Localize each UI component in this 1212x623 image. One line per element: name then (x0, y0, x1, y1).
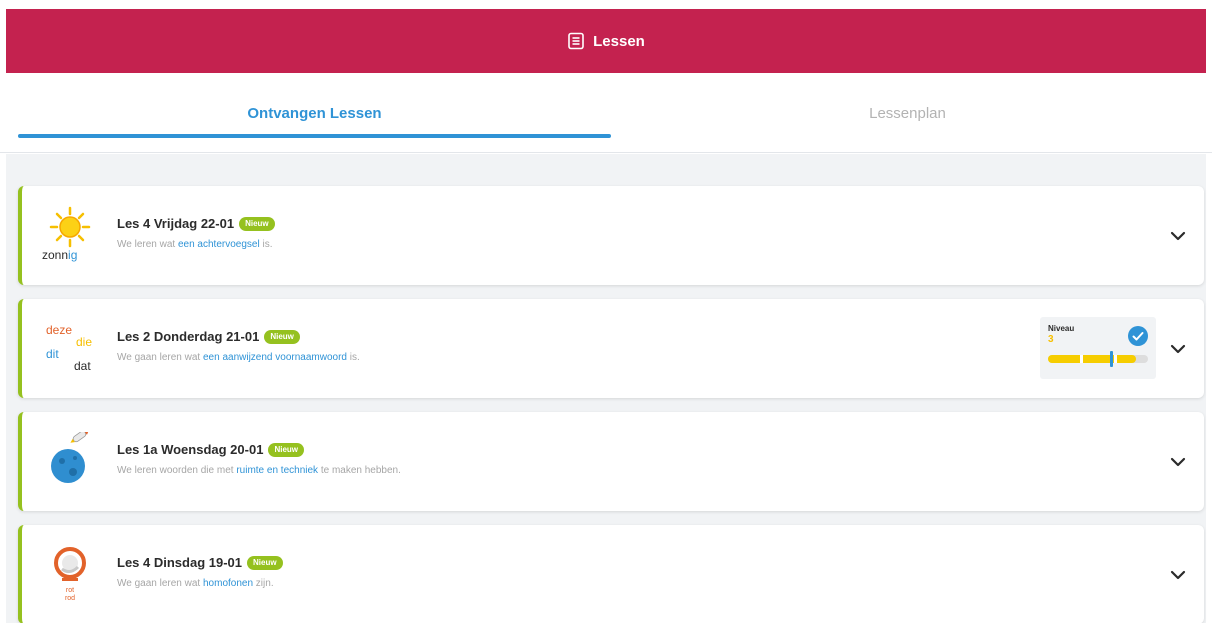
tab-bar: Ontvangen Lessen Lessenplan (0, 73, 1212, 153)
desc-text: We gaan leren wat (117, 352, 203, 363)
progress-divider (1080, 355, 1083, 363)
lesson-title: Les 4 Vrijdag 22-01 (117, 216, 235, 231)
lesson-title: Les 4 Dinsdag 19-01 (117, 555, 242, 570)
niveau-value: 3 (1048, 334, 1054, 345)
thumb-word: dit (46, 347, 59, 361)
list-icon (567, 32, 585, 50)
thumb-word: zonn (42, 248, 69, 262)
desc-highlight: homofonen (202, 578, 254, 589)
lesson-description: We leren woorden die met ruimte en techn… (117, 465, 401, 476)
lesson-list: zonnig Les 4 Vrijdag 22-01 Nieuw We lere… (6, 154, 1206, 623)
lesson-description: We gaan leren wat een aanwijzend voornaa… (117, 352, 360, 363)
thumb-word: dat (74, 359, 91, 373)
niveau-progress-bar (1048, 351, 1148, 367)
desc-highlight: ruimte en techniek (236, 465, 319, 476)
desc-text: We leren woorden die met (117, 465, 237, 476)
desc-text: We gaan leren wat (117, 578, 203, 589)
rot-rod-icon: rot rod (42, 545, 98, 605)
chevron-down-icon[interactable] (1170, 454, 1186, 470)
thumb-word: rod (64, 595, 76, 602)
lesson-card[interactable]: zonnig Les 4 Vrijdag 22-01 Nieuw We lere… (18, 186, 1204, 285)
desc-highlight: een aanwijzend voornaamwoord (202, 352, 347, 363)
desc-highlight: een achtervoegsel (177, 239, 260, 250)
niveau-marker (1110, 351, 1113, 367)
niveau-panel: Niveau 3 (1040, 317, 1156, 379)
lesson-card[interactable]: deze die dit dat Les 2 Donderdag 21-01 N… (18, 299, 1204, 398)
lesson-description: We leren wat een achtervoegsel is. (117, 239, 275, 250)
chevron-down-icon[interactable] (1170, 567, 1186, 583)
desc-text: zijn. (253, 578, 274, 589)
app-header: Lessen (6, 9, 1206, 73)
desc-text: is. (346, 352, 360, 363)
planet-rocket-icon (42, 429, 98, 492)
progress-divider (1114, 355, 1117, 363)
desc-text: te maken hebben. (318, 465, 401, 476)
thumb-word: deze (46, 323, 73, 337)
new-badge: Nieuw (264, 329, 300, 344)
lesson-card[interactable]: rot rod Les 4 Dinsdag 19-01 Nieuw We gaa… (18, 525, 1204, 623)
deze-die-dit-dat-icon: deze die dit dat (42, 321, 98, 381)
thumb-word-suffix: ig (68, 248, 78, 262)
active-tab-indicator (18, 134, 611, 138)
lesson-description: We gaan leren wat homofonen zijn. (117, 578, 283, 589)
lesson-title: Les 1a Woensdag 20-01 (117, 442, 264, 457)
niveau-label: Niveau (1048, 324, 1075, 333)
desc-text: is. (259, 239, 273, 250)
lesson-card[interactable]: Les 1a Woensdag 20-01 Nieuw We leren woo… (18, 412, 1204, 511)
chevron-down-icon[interactable] (1170, 341, 1186, 357)
new-badge: Nieuw (247, 555, 283, 570)
sun-zonnig-icon: zonnig (42, 206, 98, 266)
chevron-down-icon[interactable] (1170, 228, 1186, 244)
desc-text: We leren wat (117, 239, 178, 250)
tab-ontvangen-lessen[interactable]: Ontvangen Lessen (18, 73, 611, 153)
check-icon (1128, 326, 1148, 346)
page-title: Lessen (593, 32, 645, 50)
tab-lessenplan[interactable]: Lessenplan (611, 73, 1204, 153)
new-badge: Nieuw (268, 442, 304, 457)
new-badge: Nieuw (239, 216, 275, 231)
lesson-title: Les 2 Donderdag 21-01 (117, 329, 260, 344)
niveau-progress-fill (1048, 355, 1136, 363)
thumb-word: rot (65, 587, 75, 594)
thumb-word: die (76, 335, 93, 349)
